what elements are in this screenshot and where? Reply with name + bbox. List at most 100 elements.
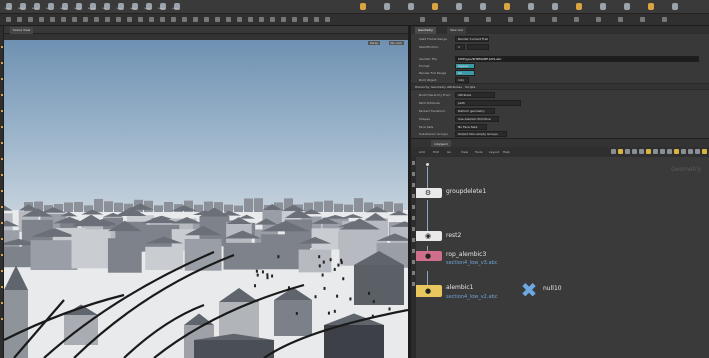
shelf-tool-icon[interactable] (672, 3, 678, 10)
node-rest2[interactable]: ◉ (416, 231, 442, 241)
shelf-tool-icon[interactable] (600, 3, 606, 10)
network-toolbar-icon[interactable] (660, 149, 665, 154)
shelf-icon[interactable] (248, 17, 253, 22)
alembic-file-field[interactable]: $HIP/geo/$HIPNAME.$OS.abc (455, 56, 699, 62)
shelf-icon[interactable] (442, 17, 447, 22)
shelf-icon[interactable] (116, 17, 121, 22)
tool-icon[interactable] (1, 142, 3, 144)
network-menu-edit[interactable]: Edit (433, 150, 439, 154)
valid-frame-range-menu[interactable]: Render Current Frame (455, 36, 489, 42)
shelf-icon[interactable] (281, 17, 286, 22)
shelf-icon[interactable] (552, 17, 557, 22)
node-alembic1[interactable]: ● (416, 285, 442, 297)
subtab-attributes[interactable]: Attributes (447, 85, 462, 89)
build-hierarchy-menu[interactable]: Attribute (455, 92, 495, 98)
node-groupdelete1[interactable]: ⚙ (416, 188, 442, 198)
shelf-icon[interactable] (420, 17, 425, 22)
tool-icon[interactable] (1, 206, 3, 208)
tool-icon[interactable] (1, 46, 3, 48)
network-toolbar-icon[interactable] (639, 149, 644, 154)
tool-icon[interactable] (1, 94, 3, 96)
shelf-icon[interactable] (28, 17, 33, 22)
network-toolbar-icon[interactable] (618, 149, 623, 154)
packed-transform-menu[interactable]: Deform geometry (455, 108, 495, 114)
shelf-icon[interactable] (530, 17, 535, 22)
network-side-icon[interactable] (412, 238, 415, 242)
network-menu-help[interactable]: Help (503, 150, 510, 154)
shelf-icon[interactable] (292, 17, 297, 22)
network-menu-layout[interactable]: Layout (489, 150, 499, 154)
network-side-icon[interactable] (412, 271, 415, 275)
tool-icon[interactable] (1, 222, 3, 224)
network-toolbar-icon[interactable] (667, 149, 672, 154)
network-side-icon[interactable] (412, 172, 415, 176)
tool-icon[interactable] (1, 254, 3, 256)
network-side-icon[interactable] (412, 216, 415, 220)
shelf-tool-icon[interactable] (480, 3, 486, 10)
network-side-icon[interactable] (412, 249, 415, 253)
shapes-menu[interactable]: Use Alembic Primitive (455, 116, 499, 122)
shelf-icon[interactable] (83, 17, 88, 22)
network-toolbar-icon[interactable] (674, 149, 679, 154)
tool-icon[interactable] (1, 62, 3, 64)
shelf-icon[interactable] (105, 17, 110, 22)
subtab-scripts[interactable]: Scripts (465, 85, 475, 89)
network-side-icon[interactable] (412, 183, 415, 187)
network-side-icon[interactable] (412, 260, 415, 264)
network-side-icon[interactable] (412, 205, 415, 209)
shelf-icon[interactable] (149, 17, 154, 22)
network-editor[interactable]: Geometry ⚙ groupdelete1 ◉ rest2 ● rop_al… (416, 157, 709, 358)
tool-icon[interactable] (1, 238, 3, 240)
shelf-icon[interactable] (204, 17, 209, 22)
tool-icon[interactable] (1, 174, 3, 176)
network-toolbar-icon[interactable] (695, 149, 700, 154)
shelf-tool-icon[interactable] (648, 3, 654, 10)
node-input-dot[interactable] (426, 163, 429, 166)
shelf-tool-icon[interactable] (552, 3, 558, 10)
shelf-icon[interactable] (72, 17, 77, 22)
tab-take-list[interactable]: Take List (447, 27, 466, 34)
shelf-icon[interactable] (508, 17, 513, 22)
subtab-geometry[interactable]: Geometry (431, 85, 446, 89)
network-menu-tools[interactable]: Tools (475, 150, 482, 154)
camera-menu[interactable]: Persp (368, 41, 381, 45)
shelf-icon[interactable] (486, 17, 491, 22)
shelf-icon[interactable] (94, 17, 99, 22)
shelf-tool-icon[interactable] (408, 3, 414, 10)
shelf-icon[interactable] (618, 17, 623, 22)
shelf-icon[interactable] (182, 17, 187, 22)
shelf-icon[interactable] (6, 17, 11, 22)
network-menu-go[interactable]: Go (447, 150, 451, 154)
tool-icon[interactable] (1, 78, 3, 80)
network-side-icon[interactable] (412, 194, 415, 198)
shelf-tool-icon[interactable] (360, 3, 366, 10)
network-toolbar-icon[interactable] (632, 149, 637, 154)
subdivision-groups-menu[interactable]: Output Non-empty Groups (455, 131, 507, 137)
tool-icon[interactable] (1, 190, 3, 192)
shelf-icon[interactable] (259, 17, 264, 22)
shelf-tool-icon[interactable] (504, 3, 510, 10)
3d-viewport[interactable]: Persp No cam (4, 40, 408, 358)
start-end-field[interactable]: 1 (455, 44, 465, 50)
null-node-x-icon[interactable]: ✖ (516, 277, 542, 303)
shelf-tool-icon[interactable] (624, 3, 630, 10)
network-toolbar-icon[interactable] (611, 149, 616, 154)
shelf-icon[interactable] (138, 17, 143, 22)
start-end-slider[interactable] (467, 44, 489, 50)
shelf-icon[interactable] (193, 17, 198, 22)
network-toolbar-icon[interactable] (653, 149, 658, 154)
network-side-icon[interactable] (412, 282, 415, 286)
network-toolbar-icon[interactable] (681, 149, 686, 154)
shelf-icon[interactable] (127, 17, 132, 22)
tool-icon[interactable] (1, 270, 3, 272)
shelf-icon[interactable] (171, 17, 176, 22)
shelf-icon[interactable] (215, 17, 220, 22)
render-full-range-toggle[interactable]: On (455, 70, 475, 76)
subtab-hierarchy[interactable]: Hierarchy (415, 85, 430, 89)
network-toolbar-icon[interactable] (646, 149, 651, 154)
format-toggle[interactable]: Ogawa (455, 63, 475, 69)
network-menu-add[interactable]: Add (419, 150, 425, 154)
shelf-icon[interactable] (325, 17, 330, 22)
cam-menu[interactable]: No cam (388, 41, 404, 45)
network-side-icon[interactable] (412, 227, 415, 231)
